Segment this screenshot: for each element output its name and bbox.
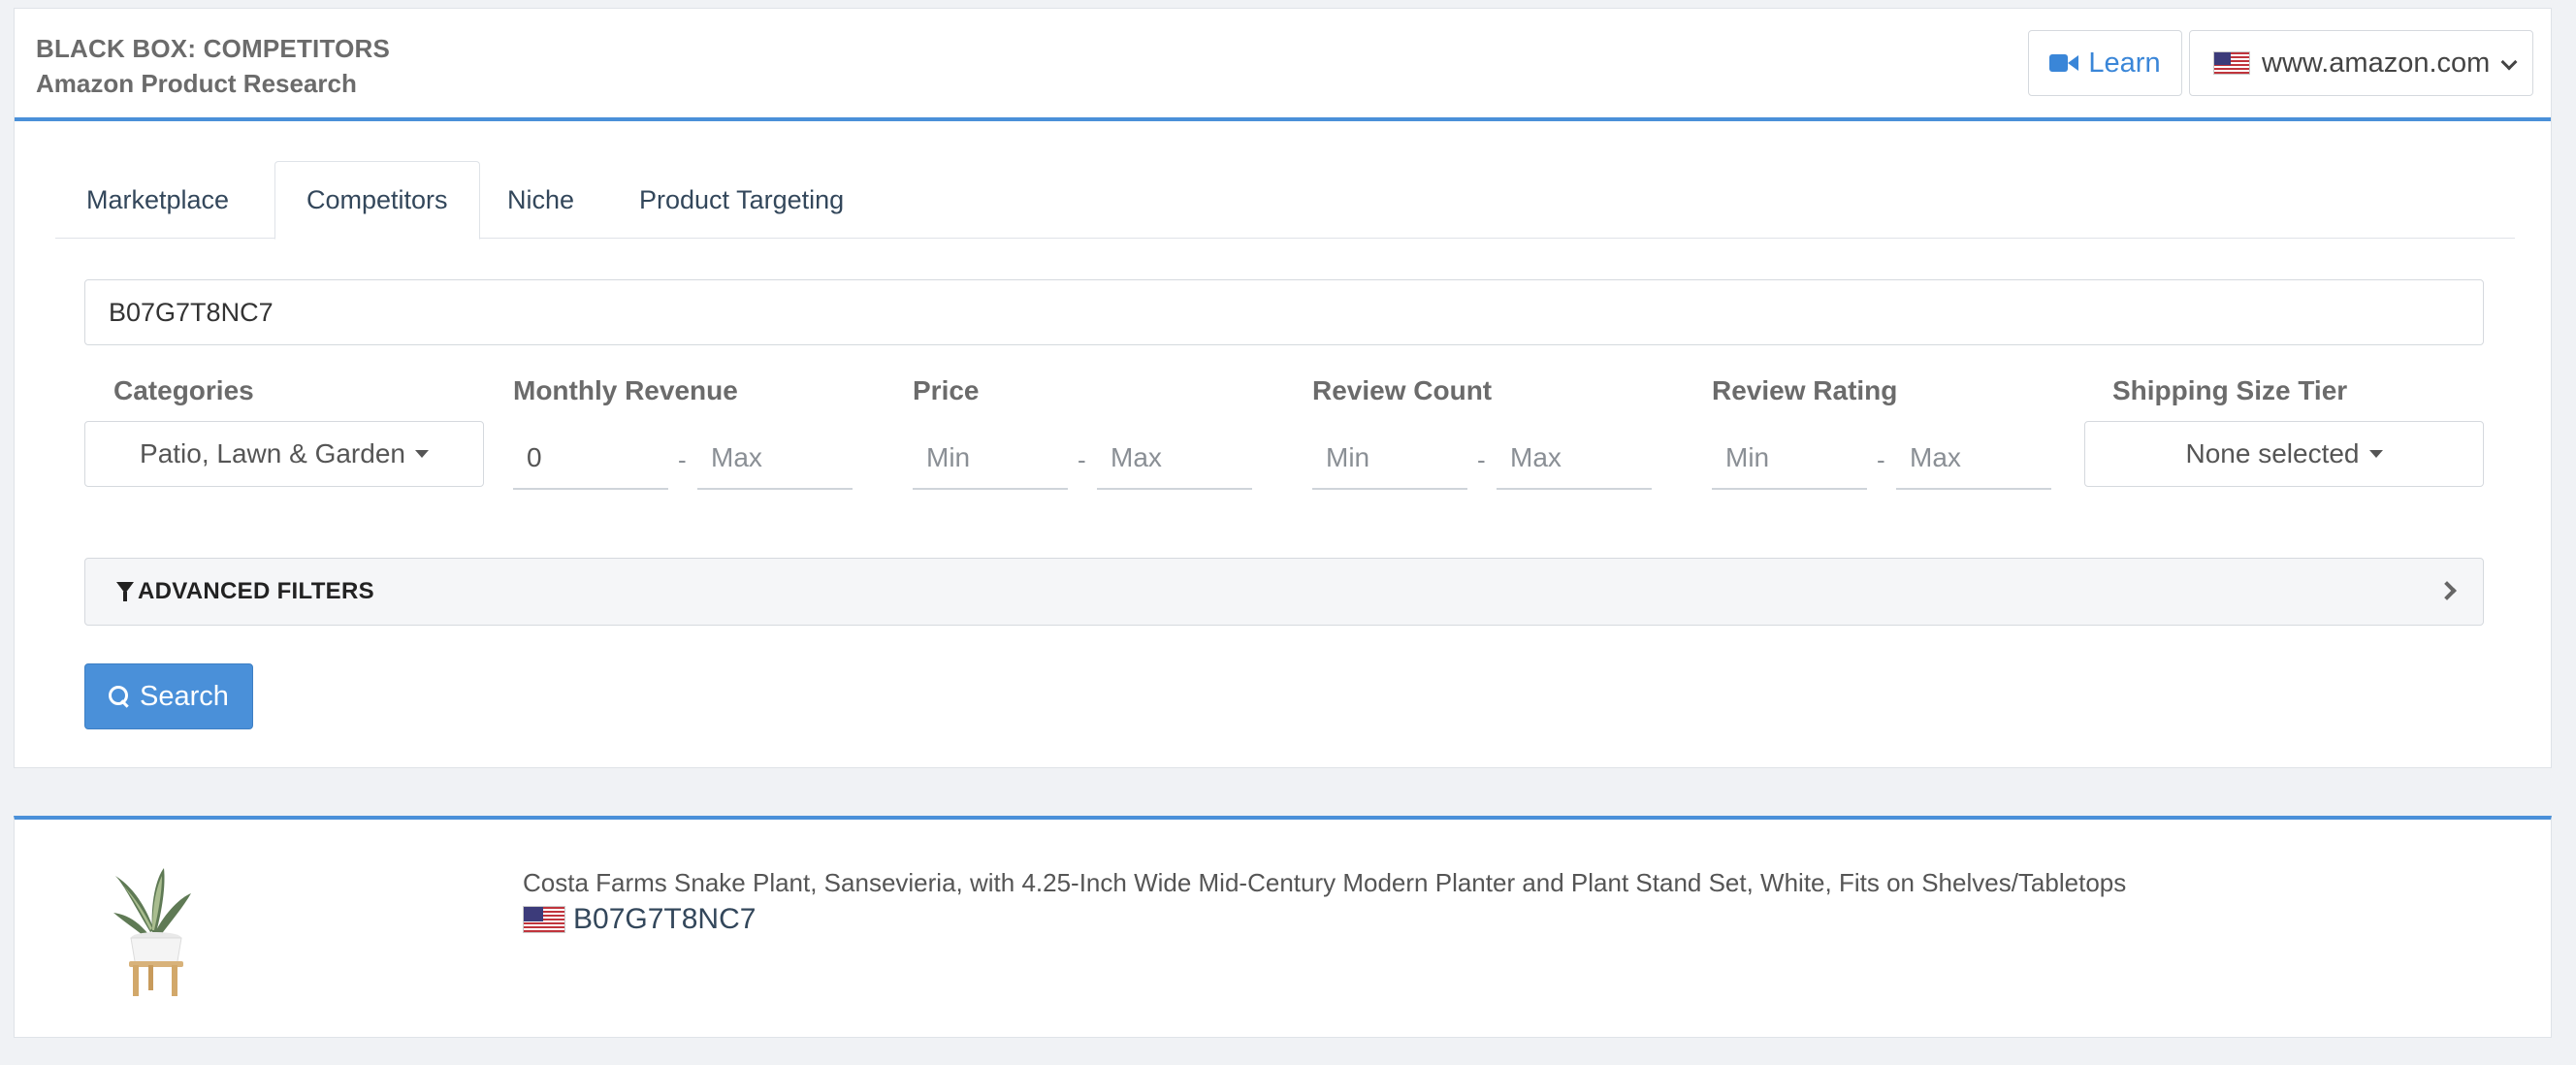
learn-button[interactable]: Learn <box>2028 30 2182 96</box>
search-button[interactable]: Search <box>84 663 253 729</box>
product-image[interactable] <box>94 864 210 998</box>
asin-search-input[interactable] <box>84 279 2484 345</box>
categories-dropdown[interactable]: Patio, Lawn & Garden <box>84 421 484 487</box>
review-count-max-input[interactable] <box>1497 428 1652 490</box>
video-camera-icon <box>2049 52 2079 74</box>
monthly-revenue-max-input[interactable] <box>697 428 853 490</box>
product-title[interactable]: Costa Farms Snake Plant, Sansevieria, wi… <box>523 868 2126 898</box>
filter-icon <box>116 582 134 601</box>
page-title: BLACK BOX: COMPETITORS <box>36 34 391 63</box>
monthly-revenue-label: Monthly Revenue <box>513 375 738 405</box>
search-button-label: Search <box>140 680 229 712</box>
advanced-filters-label: ADVANCED FILTERS <box>138 578 374 604</box>
categories-selected: Patio, Lawn & Garden <box>140 438 405 468</box>
us-flag-icon <box>2213 51 2250 75</box>
tab-bar: Marketplace Competitors Niche Product Ta… <box>55 161 2515 240</box>
result-panel: Costa Farms Snake Plant, Sansevieria, wi… <box>14 816 2552 1038</box>
page-subtitle: Amazon Product Research <box>36 69 357 98</box>
price-max-input[interactable] <box>1097 428 1252 490</box>
range-separator: - <box>678 445 687 474</box>
product-asin[interactable]: B07G7T8NC7 <box>523 903 756 936</box>
marketplace-select[interactable]: www.amazon.com <box>2189 30 2533 96</box>
learn-button-label: Learn <box>2088 47 2161 79</box>
caret-down-icon <box>2368 450 2383 458</box>
shipping-size-tier-selected: None selected <box>2185 438 2360 468</box>
price-label: Price <box>913 375 980 405</box>
chevron-down-icon <box>2500 53 2518 71</box>
tab-competitors[interactable]: Competitors <box>274 161 480 240</box>
search-icon <box>109 686 130 707</box>
shipping-size-tier-dropdown[interactable]: None selected <box>2084 421 2484 487</box>
review-rating-label: Review Rating <box>1712 375 1898 405</box>
chevron-right-icon <box>2437 581 2457 600</box>
shipping-size-tier-label: Shipping Size Tier <box>2112 375 2348 405</box>
range-separator: - <box>1477 445 1486 474</box>
categories-label: Categories <box>113 375 254 405</box>
review-count-min-input[interactable] <box>1312 428 1467 490</box>
range-separator: - <box>1877 445 1885 474</box>
price-min-input[interactable] <box>913 428 1068 490</box>
review-rating-max-input[interactable] <box>1896 428 2051 490</box>
review-count-label: Review Count <box>1312 375 1493 405</box>
tab-niche[interactable]: Niche <box>476 161 605 239</box>
range-separator: - <box>1078 445 1086 474</box>
panel-header: BLACK BOX: COMPETITORS Amazon Product Re… <box>15 9 2551 121</box>
monthly-revenue-min-input[interactable] <box>513 428 668 490</box>
us-flag-icon <box>523 906 565 933</box>
review-rating-min-input[interactable] <box>1712 428 1867 490</box>
marketplace-value: www.amazon.com <box>2262 47 2491 79</box>
advanced-filters-toggle[interactable]: ADVANCED FILTERS <box>84 558 2484 626</box>
caret-down-icon <box>414 450 429 458</box>
search-panel: BLACK BOX: COMPETITORS Amazon Product Re… <box>14 8 2552 768</box>
product-asin-value: B07G7T8NC7 <box>573 903 757 935</box>
tab-product-targeting[interactable]: Product Targeting <box>608 161 875 239</box>
tab-marketplace[interactable]: Marketplace <box>55 161 260 239</box>
